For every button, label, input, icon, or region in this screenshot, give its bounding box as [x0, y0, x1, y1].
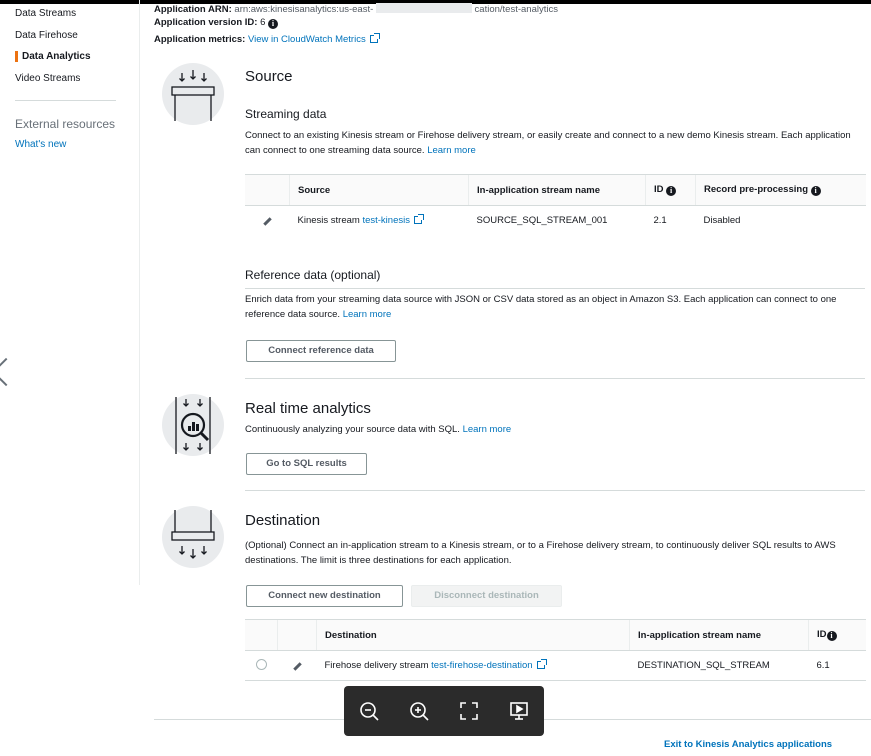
analytics-description: Continuously analyzing your source data …: [245, 424, 512, 435]
destination-table: Destination In-application stream name I…: [245, 619, 866, 681]
sidebar-item-data-streams[interactable]: Data Streams: [15, 8, 76, 19]
fit-screen-icon[interactable]: [458, 700, 480, 722]
arn-label: Application ARN:: [154, 4, 232, 15]
reference-data-description: Enrich data from your streaming data sou…: [245, 294, 837, 320]
stream-name-cell: SOURCE_SQL_STREAM_001: [476, 215, 608, 226]
table-header-stream-name: In-application stream name: [629, 619, 809, 651]
test-firehose-destination-link[interactable]: test-firehose-destination: [431, 660, 532, 671]
table-row: Firehose delivery stream test-firehose-d…: [245, 650, 866, 681]
arn-value-end: cation/test-analytics: [474, 4, 558, 15]
info-icon[interactable]: i: [810, 186, 821, 196]
select-cell: [245, 650, 278, 681]
version-value: 6: [260, 17, 266, 28]
version-label: Application version ID:: [154, 17, 258, 28]
go-to-sql-results-button[interactable]: Go to SQL results: [246, 453, 367, 475]
connect-reference-data-button[interactable]: Connect reference data: [246, 340, 396, 362]
streaming-data-description: Connect to an existing Kinesis stream or…: [245, 130, 851, 156]
external-link-icon: [536, 659, 547, 669]
reference-data-title: Reference data (optional): [245, 268, 381, 282]
source-title: Source: [245, 68, 293, 85]
pencil-icon[interactable]: [292, 662, 302, 671]
sidebar-divider: [15, 100, 116, 101]
presentation-icon[interactable]: [508, 700, 530, 722]
zoom-toolbar: [344, 686, 544, 736]
streaming-learn-more-link[interactable]: Learn more: [427, 145, 476, 156]
test-kinesis-link[interactable]: test-kinesis: [362, 215, 410, 226]
source-cell: Kinesis stream test-kinesis: [290, 206, 469, 236]
whats-new-link[interactable]: What's new: [15, 139, 66, 150]
zoom-in-icon[interactable]: [408, 700, 430, 722]
table-header-id: ID i: [645, 174, 696, 206]
zoom-out-icon[interactable]: [358, 700, 380, 722]
sidebar: Data Streams Data Firehose Data Analytic…: [0, 0, 140, 585]
info-icon[interactable]: i: [666, 186, 677, 196]
preprocessing-cell: Disabled: [703, 215, 741, 226]
disconnect-destination-button: Disconnect destination: [411, 585, 562, 607]
sidebar-item-video-streams[interactable]: Video Streams: [15, 73, 80, 84]
arn-value-start: arn:aws:kinesisanalytics:us-east-: [234, 4, 374, 15]
table-header-preprocessing: Record pre-processing i: [695, 174, 866, 206]
table-header-stream-name: In-application stream name: [468, 174, 646, 206]
reference-learn-more-link[interactable]: Learn more: [343, 309, 392, 320]
destination-cell: Firehose delivery stream test-firehose-d…: [316, 650, 630, 681]
pencil-icon[interactable]: [263, 217, 272, 226]
divider: [245, 288, 865, 289]
source-table: Source In-application stream name ID i R…: [245, 174, 866, 235]
external-link-icon: [413, 214, 424, 224]
id-cell: 6.1: [808, 650, 866, 681]
connect-new-destination-button[interactable]: Connect new destination: [246, 585, 403, 607]
id-cell: 2.1: [653, 215, 667, 226]
destination-description: (Optional) Connect an in-application str…: [245, 540, 836, 566]
external-resources-heading: External resources: [15, 117, 116, 131]
table-header-source: Source: [289, 174, 469, 206]
table-header-edit: [277, 619, 317, 651]
stream-name-cell: DESTINATION_SQL_STREAM: [629, 650, 809, 681]
divider: [245, 490, 865, 491]
cloudwatch-metrics-link[interactable]: View in CloudWatch Metrics: [248, 34, 366, 45]
edit-cell: [245, 206, 290, 236]
redacted-block: [375, 3, 472, 13]
table-header-select: [245, 619, 278, 651]
table-header-destination: Destination: [316, 619, 630, 651]
info-icon[interactable]: i: [826, 631, 837, 641]
sidebar-item-data-firehose[interactable]: Data Firehose: [15, 30, 78, 41]
external-link-icon: [369, 33, 380, 43]
sidebar-item-data-analytics[interactable]: Data Analytics: [15, 51, 91, 62]
info-icon[interactable]: i: [268, 19, 279, 29]
streaming-data-title: Streaming data: [245, 107, 327, 121]
table-header-id: ID i: [808, 619, 866, 651]
table-row: Kinesis stream test-kinesis SOURCE_SQL_S…: [245, 206, 866, 236]
arn-row: Application ARN: arn:aws:kinesisanalytic…: [154, 3, 558, 15]
divider: [245, 378, 865, 379]
edit-cell: [277, 650, 317, 681]
destination-section-icon: [162, 506, 224, 568]
source-section-icon: [162, 63, 224, 125]
analytics-title: Real time analytics: [245, 400, 371, 417]
destination-title: Destination: [245, 512, 321, 529]
analytics-section-icon: [162, 394, 224, 456]
metrics-row: Application metrics: View in CloudWatch …: [154, 33, 380, 45]
version-row: Application version ID: 6 i: [154, 17, 279, 29]
exit-to-kinesis-analytics-link[interactable]: Exit to Kinesis Analytics applications: [664, 739, 832, 750]
table-header-edit: [245, 174, 290, 206]
analytics-learn-more-link[interactable]: Learn more: [463, 424, 512, 435]
metrics-label: Application metrics:: [154, 34, 246, 45]
row-radio-button[interactable]: [255, 658, 267, 670]
